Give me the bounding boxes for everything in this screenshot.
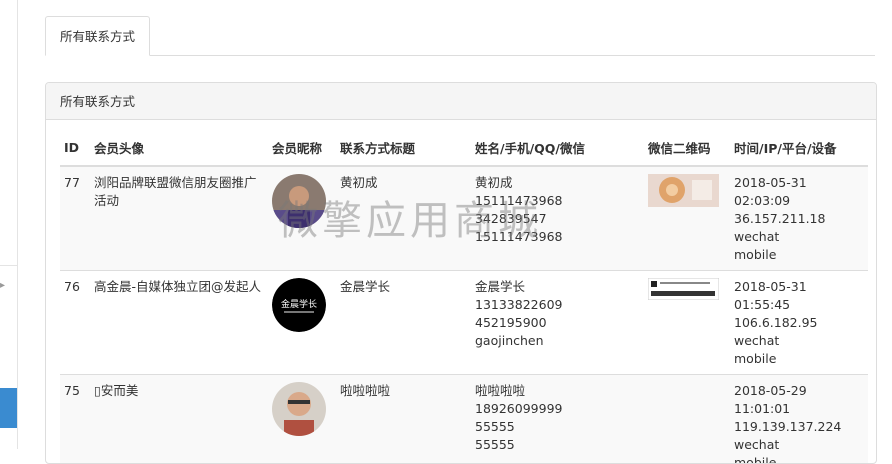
row-ip: 106.6.182.95 [734,314,864,332]
contact-qq: 55555 [475,418,640,436]
table-row: 76 高金晨-自媒体独立团@发起人 金晨学长 金晨学长 金晨学长 1313382… [60,271,868,375]
row-member-title: 浏阳品牌联盟微信朋友圈推广活动 [90,166,268,271]
row-ip: 36.157.211.18 [734,210,864,228]
table-row: 75 ▯安而美 啦啦啦啦 啦啦啦啦 18926099999 55555 5555… [60,375,868,464]
left-sidebar-strip: ▸ [0,0,18,449]
row-contact-info: 金晨学长 13133822609 452195900 gaojinchen [471,271,644,375]
row-time-ip: 2018-05-31 01:55:45 106.6.182.95 wechat … [730,271,868,375]
row-id: 76 [60,271,90,375]
table-row: 77 浏阳品牌联盟微信朋友圈推广活动 黄初成 黄初成 15111473968 3… [60,166,868,271]
missing-glyph-icon: ▯ [94,383,101,398]
row-device: mobile [734,246,864,264]
row-id: 77 [60,166,90,271]
row-avatar-cell [268,166,336,271]
row-qr-cell [644,166,730,271]
row-date: 2018-05-29 [734,382,864,400]
row-qr-cell [644,271,730,375]
header-wechat-qr: 微信二维码 [644,129,730,166]
row-qr-cell [644,375,730,464]
row-avatar-cell [268,375,336,464]
row-time-ip: 2018-05-29 11:01:01 119.139.137.224 wech… [730,375,868,464]
row-contact-info: 黄初成 15111473968 342839547 15111473968 [471,166,644,271]
contact-qq: 342839547 [475,210,640,228]
row-member-title: 高金晨-自媒体独立团@发起人 [90,271,268,375]
sidebar-active-item[interactable] [0,388,17,428]
row-device: mobile [734,454,864,464]
avatar-logo-text: 金晨学长 [281,298,317,310]
row-nickname: 金晨学长 [336,271,471,375]
contact-wechat: gaojinchen [475,332,640,350]
row-clock: 02:03:09 [734,192,864,210]
row-platform: wechat [734,332,864,350]
avatar[interactable]: 金晨学长 [272,278,326,332]
sidebar-arrow-icon[interactable]: ▸ [0,280,6,292]
row-date: 2018-05-31 [734,278,864,296]
contact-phone: 13133822609 [475,296,640,314]
row-platform: wechat [734,436,864,454]
wechat-qr-image[interactable] [648,174,719,207]
contacts-table: ID 会员头像 会员昵称 联系方式标题 姓名/手机/QQ/微信 微信二维码 时间… [60,129,868,464]
contact-wechat: 15111473968 [475,228,640,246]
row-nickname: 黄初成 [336,166,471,271]
header-contact-info: 姓名/手机/QQ/微信 [471,129,644,166]
table-header-row: ID 会员头像 会员昵称 联系方式标题 姓名/手机/QQ/微信 微信二维码 时间… [60,129,868,166]
contacts-panel: 所有联系方式 ID 会员头像 会员昵称 联系方式标题 姓名/手机/QQ/微信 微… [45,82,877,464]
row-member-title-text: 安而美 [101,383,139,398]
contact-name: 啦啦啦啦 [475,382,640,400]
row-nickname: 啦啦啦啦 [336,375,471,464]
row-time-ip: 2018-05-31 02:03:09 36.157.211.18 wechat… [730,166,868,271]
sidebar-divider [0,265,17,266]
contact-name: 金晨学长 [475,278,640,296]
row-clock: 11:01:01 [734,400,864,418]
header-avatar: 会员头像 [90,129,268,166]
row-date: 2018-05-31 [734,174,864,192]
row-ip: 119.139.137.224 [734,418,864,436]
contact-wechat: 55555 [475,436,640,454]
contact-phone: 18926099999 [475,400,640,418]
row-contact-info: 啦啦啦啦 18926099999 55555 55555 [471,375,644,464]
tab-bar: 所有联系方式 [45,0,875,56]
panel-title: 所有联系方式 [46,83,876,120]
row-clock: 01:55:45 [734,296,864,314]
row-platform: wechat [734,228,864,246]
header-id: ID [60,129,90,166]
header-time-ip: 时间/IP/平台/设备 [730,129,868,166]
header-nickname: 会员昵称 [268,129,336,166]
contact-qq: 452195900 [475,314,640,332]
row-avatar-cell: 金晨学长 [268,271,336,375]
wechat-qr-image[interactable] [648,278,719,300]
header-contact-title: 联系方式标题 [336,129,471,166]
tab-all-contacts[interactable]: 所有联系方式 [45,16,150,56]
row-id: 75 [60,375,90,464]
avatar[interactable] [272,382,326,436]
contact-name: 黄初成 [475,174,640,192]
row-device: mobile [734,350,864,368]
contact-phone: 15111473968 [475,192,640,210]
avatar[interactable] [272,174,326,228]
row-member-title: ▯安而美 [90,375,268,464]
